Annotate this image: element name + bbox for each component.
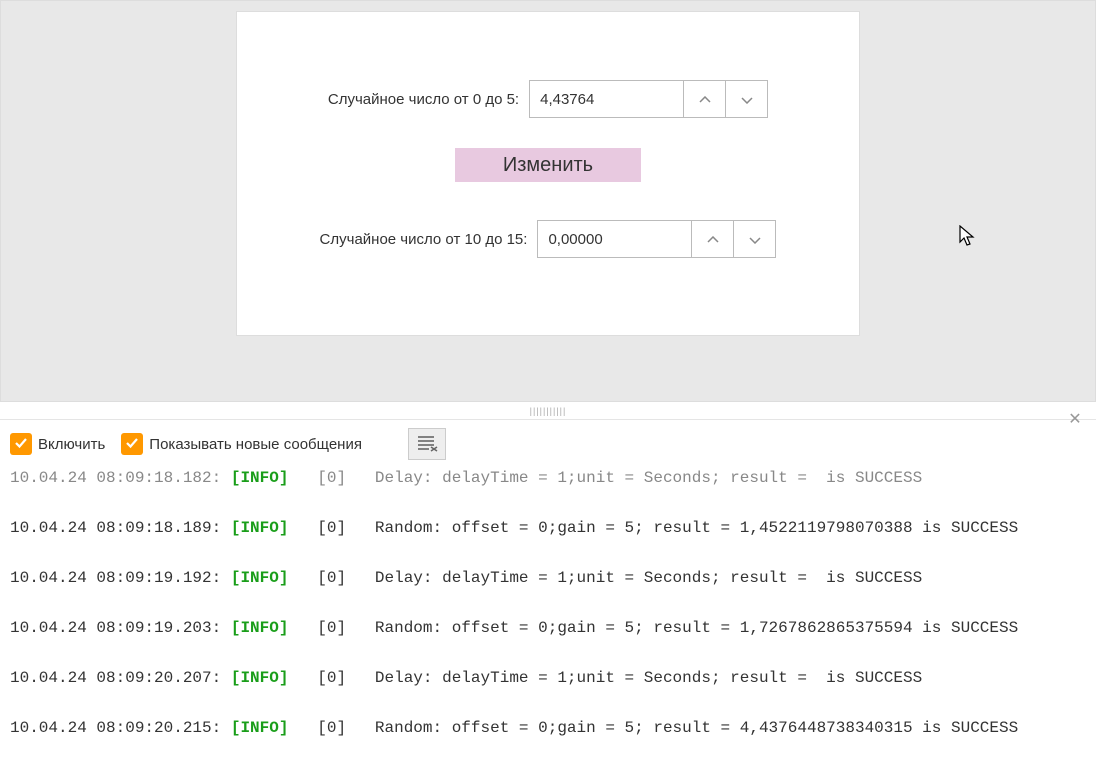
log-line: 10.04.24 08:09:18.182: [INFO] [0] Delay:… [10,466,1086,491]
number-input-0-5 [529,80,768,118]
log-timestamp: 10.04.24 08:09:18.182: [10,469,221,487]
log-line: 10.04.24 08:09:20.215: [INFO] [0] Random… [10,716,1086,741]
log-line: 10.04.24 08:09:20.207: [INFO] [0] Delay:… [10,666,1086,691]
log-thread: [0] [317,519,346,537]
clear-list-icon [416,434,438,455]
log-body[interactable]: 10.04.24 08:09:18.182: [INFO] [0] Delay:… [0,466,1096,770]
log-thread: [0] [317,669,346,687]
log-line: 10.04.24 08:09:19.203: [INFO] [0] Random… [10,616,1086,641]
log-timestamp: 10.04.24 08:09:19.203: [10,619,221,637]
row-random-0-5: Случайное число от 0 до 5: [237,80,859,118]
label-random-0-5: Случайное число от 0 до 5: [328,91,519,108]
label-random-10-15: Случайное число от 10 до 15: [320,231,528,248]
steppers-10-15 [692,220,776,258]
close-icon: ✕ [1068,409,1081,429]
log-level: [INFO] [231,519,289,537]
number-field-10-15[interactable] [537,220,692,258]
log-timestamp: 10.04.24 08:09:19.192: [10,569,221,587]
log-level: [INFO] [231,669,289,687]
chevron-down-icon [749,231,761,247]
check-icon [125,436,139,453]
row-random-10-15: Случайное число от 10 до 15: [237,220,859,258]
log-timestamp: 10.04.24 08:09:20.207: [10,669,221,687]
log-thread: [0] [317,719,346,737]
log-line: 10.04.24 08:09:19.192: [INFO] [0] Delay:… [10,566,1086,591]
change-row: Изменить [237,148,859,182]
step-up-10-15[interactable] [692,220,734,258]
chevron-up-icon [707,231,719,247]
clear-log-button[interactable] [408,428,446,460]
log-thread: [0] [317,569,346,587]
log-level: [INFO] [231,469,289,487]
log-message: Delay: delayTime = 1;unit = Seconds; res… [375,669,922,687]
label-enable: Включить [38,436,105,453]
step-up-0-5[interactable] [684,80,726,118]
log-level: [INFO] [231,719,289,737]
label-show-new: Показывать новые сообщения [149,436,362,453]
steppers-0-5 [684,80,768,118]
step-down-10-15[interactable] [734,220,776,258]
log-message: Random: offset = 0;gain = 5; result = 4,… [375,719,1018,737]
splitter-grip[interactable]: ||||||||||| [0,401,1096,419]
log-toolbar: Включить Показывать новые сообщения [0,420,1096,466]
change-button[interactable]: Изменить [455,148,641,182]
log-message: Random: offset = 0;gain = 5; result = 1,… [375,619,1018,637]
log-level: [INFO] [231,619,289,637]
number-field-0-5[interactable] [529,80,684,118]
log-thread: [0] [317,619,346,637]
number-input-10-15 [537,220,776,258]
log-level: [INFO] [231,569,289,587]
checkbox-show-new[interactable] [121,433,143,455]
main-panel: Случайное число от 0 до 5: Изменить Случ… [236,11,860,336]
log-thread: [0] [317,469,346,487]
log-timestamp: 10.04.24 08:09:20.215: [10,719,221,737]
log-line: 10.04.24 08:09:18.189: [INFO] [0] Random… [10,516,1086,541]
log-message: Random: offset = 0;gain = 5; result = 1,… [375,519,1018,537]
checkbox-enable[interactable] [10,433,32,455]
close-log-button[interactable]: ✕ [1066,410,1084,428]
log-panel: ✕ Включить Показывать новые сообщения 10… [0,419,1096,613]
log-timestamp: 10.04.24 08:09:18.189: [10,519,221,537]
log-message: Delay: delayTime = 1;unit = Seconds; res… [375,469,922,487]
chevron-up-icon [699,91,711,107]
log-message: Delay: delayTime = 1;unit = Seconds; res… [375,569,922,587]
top-area: Случайное число от 0 до 5: Изменить Случ… [0,0,1096,401]
step-down-0-5[interactable] [726,80,768,118]
chevron-down-icon [741,91,753,107]
check-icon [14,436,28,453]
